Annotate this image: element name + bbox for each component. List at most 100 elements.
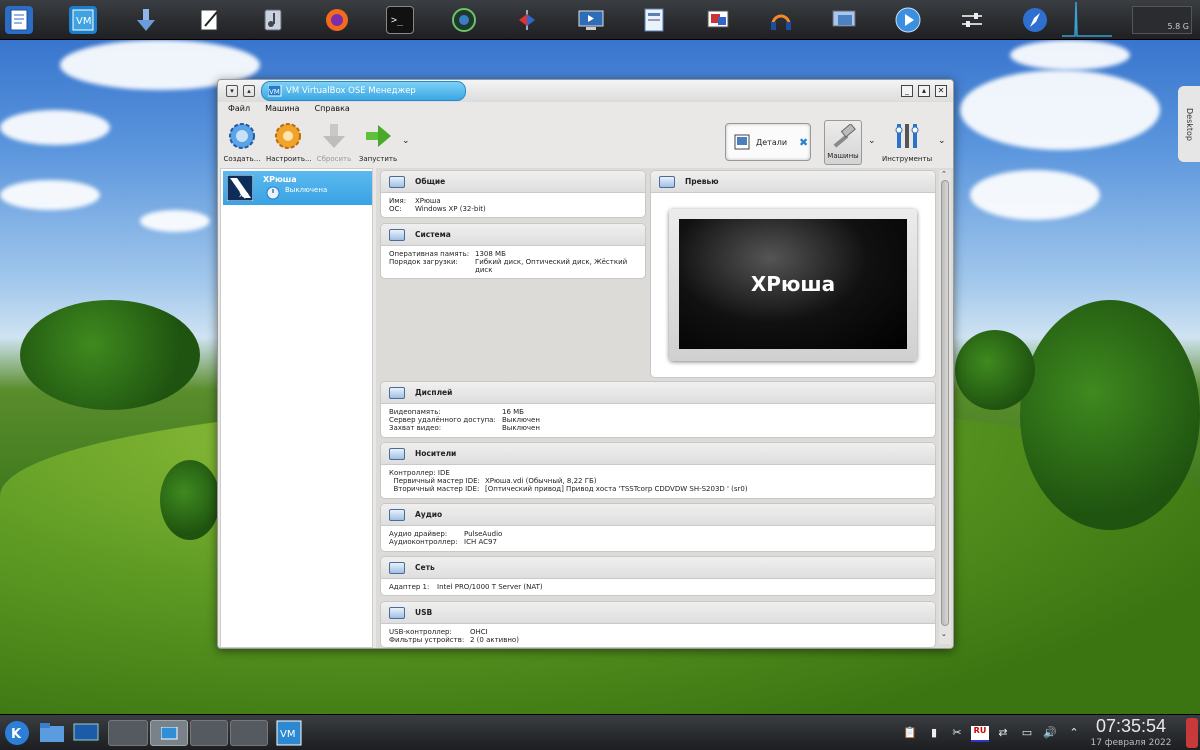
close-button[interactable]: ✕ <box>935 85 947 97</box>
window-title-tab[interactable]: VM VM VirtualBox OSE Менеджер <box>261 81 466 101</box>
presentation-icon[interactable] <box>704 6 732 34</box>
notes-icon[interactable] <box>196 6 224 34</box>
general-header[interactable]: Общие <box>381 171 645 193</box>
clock-time[interactable]: 07:35:54 <box>1090 716 1172 737</box>
storage-row-key: Вторичный мастер IDE: <box>389 485 480 493</box>
display-row-key: Захват видео: <box>389 424 442 432</box>
create-button[interactable]: Создать... <box>220 122 264 163</box>
file-manager-button[interactable] <box>38 720 68 746</box>
virtual-desktop-2[interactable] <box>150 720 188 746</box>
window-titlebar[interactable]: ▾ ▴ VM VM VirtualBox OSE Менеджер _ ▴ ✕ <box>218 80 953 102</box>
clipboard-icon[interactable]: 📋 <box>902 726 918 742</box>
scrollbar-thumb[interactable] <box>941 180 949 626</box>
usb-row-key: Фильтры устройств: <box>389 636 465 644</box>
menu-machine[interactable]: Машина <box>265 104 299 118</box>
screen-icon[interactable] <box>831 6 859 34</box>
menu-help[interactable]: Справка <box>315 104 350 118</box>
virtualbox-icon <box>160 726 178 740</box>
machines-dropdown-chevron-icon[interactable]: ⌄ <box>868 136 876 146</box>
general-row-key: ОС: <box>389 205 402 213</box>
tools-button[interactable]: Инструменты <box>882 122 932 163</box>
virtual-desktop-4[interactable] <box>230 720 268 746</box>
tools-dropdown-chevron-icon[interactable]: ⌄ <box>938 136 946 146</box>
storage-row-value: XPюша.vdi (Обычный, 8,22 ГБ) <box>485 477 597 485</box>
desktop-side-tab[interactable]: Desktop <box>1178 86 1200 162</box>
network-header[interactable]: Сеть <box>381 557 935 579</box>
scissors-icon[interactable]: ✂ <box>949 726 965 742</box>
menubar: Файл Машина Справка <box>218 104 355 118</box>
storage-header[interactable]: Носители <box>381 443 935 465</box>
show-desktop-button[interactable] <box>72 720 102 746</box>
signal-icon[interactable]: ▮ <box>926 726 942 742</box>
svg-text:VM: VM <box>280 729 295 740</box>
vm-list-item[interactable]: xp XPюша Выключена <box>223 171 372 205</box>
details-button[interactable]: Детали ✖ <box>725 123 811 161</box>
download-icon[interactable] <box>132 6 160 34</box>
kde-menu-button[interactable]: K <box>4 720 34 746</box>
tools-icon <box>895 124 919 148</box>
preview-header[interactable]: Превью <box>651 171 935 193</box>
logout-icon[interactable] <box>1186 718 1198 748</box>
virtual-desktop-3[interactable] <box>190 720 228 746</box>
expand-icon[interactable]: ⌃ <box>1066 726 1082 742</box>
taskbar-virtualbox-task[interactable]: VM <box>276 720 304 746</box>
gear-icon <box>275 123 301 149</box>
headphones-icon[interactable] <box>767 6 795 34</box>
document-icon[interactable] <box>640 6 668 34</box>
keyboard-layout-icon[interactable]: RU <box>971 726 989 742</box>
details-close-icon[interactable]: ✖ <box>799 136 808 149</box>
settings-button[interactable]: Настроить... <box>266 122 312 163</box>
general-section: Общие Имя: XPюша ОС: Windows XP (32-bit) <box>380 170 646 218</box>
usb-row-key: USB-контроллер: <box>389 628 452 636</box>
storage-icon <box>389 447 405 460</box>
usb-header[interactable]: USB <box>381 602 935 624</box>
vm-name: XPюша <box>263 175 297 184</box>
window-menu-icon[interactable]: ▾ <box>226 85 238 97</box>
monitor-icon[interactable] <box>577 6 605 34</box>
menu-file[interactable]: Файл <box>228 104 250 118</box>
network-icon[interactable] <box>513 6 541 34</box>
start-button[interactable]: Запустить <box>356 122 400 163</box>
system-section: Система Оперативная память: 1308 МБ Поряд… <box>380 223 646 279</box>
system-header[interactable]: Система <box>381 224 645 246</box>
create-label: Создать... <box>223 155 261 163</box>
preview-section: Превью XPюша <box>650 170 936 378</box>
maximize-button[interactable]: ▴ <box>918 85 930 97</box>
volume-icon[interactable]: 🔊 <box>1042 726 1058 742</box>
network-icon[interactable]: ⇄ <box>995 726 1011 742</box>
display-header[interactable]: Дисплей <box>381 382 935 404</box>
system-row-value: диск <box>475 266 493 274</box>
audio-row-value: ICH AC97 <box>464 538 497 546</box>
music-icon[interactable] <box>259 6 287 34</box>
svg-text:K: K <box>11 727 22 742</box>
start-dropdown-chevron-icon[interactable]: ⌄ <box>402 136 410 146</box>
virtualbox-icon: VM <box>276 720 302 746</box>
audio-row-key: Аудиоконтроллер: <box>389 538 458 546</box>
terminal-icon[interactable]: >_ <box>386 5 414 34</box>
scroll-up-icon[interactable]: ⌃ <box>941 170 947 178</box>
details-scrollbar[interactable]: ⌃ ⌄ <box>939 170 951 644</box>
settings-icon[interactable] <box>958 6 986 34</box>
minimize-button[interactable]: _ <box>901 85 913 97</box>
discard-button[interactable]: Сбросить <box>312 122 356 163</box>
globe-icon[interactable] <box>450 6 478 34</box>
storage-row-key: Первичный мастер IDE: <box>389 477 480 485</box>
display-icon <box>389 386 405 399</box>
details-icon <box>734 134 750 150</box>
bottom-taskbar: K VM 📋 ▮ ✂ RU ⇄ ▭ 🔊 ⌃ 07:35:54 17 феврал… <box>0 714 1200 750</box>
keep-above-icon[interactable]: ▴ <box>243 85 255 97</box>
machines-button[interactable]: Машины <box>824 120 862 165</box>
audio-header[interactable]: Аудио <box>381 504 935 526</box>
firefox-icon[interactable] <box>323 6 351 34</box>
virtualbox-icon: VM <box>268 85 282 97</box>
virtualbox-icon[interactable]: VM <box>68 5 97 34</box>
display-icon[interactable]: ▭ <box>1019 726 1035 742</box>
virtual-desktop-1[interactable] <box>108 720 148 746</box>
usb-row-value: 2 (0 активно) <box>470 636 519 644</box>
text-editor-icon[interactable] <box>5 5 33 34</box>
scroll-down-icon[interactable]: ⌄ <box>941 630 947 638</box>
create-icon <box>229 123 255 149</box>
browser-icon[interactable] <box>1021 6 1049 34</box>
media-player-icon[interactable] <box>894 6 922 34</box>
storage-title: Носители <box>415 449 457 458</box>
